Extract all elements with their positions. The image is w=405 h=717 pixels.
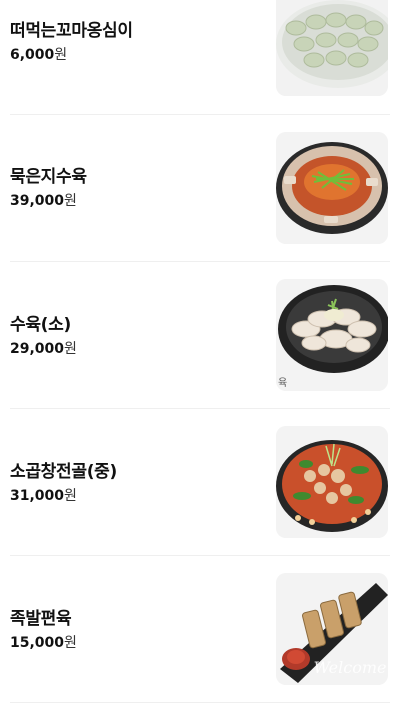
divider xyxy=(10,702,390,703)
photo-caption: 육 xyxy=(278,378,288,389)
price-value: 15,000 xyxy=(10,635,65,651)
menu-item-ongsimi[interactable]: 떠먹는꼬마옹심이 6,000원 xyxy=(10,0,390,115)
menu-item-jokbal-pyeonyuk[interactable]: 족발편육 15,000원 Welcome xyxy=(10,556,390,703)
menu-item-price: 39,000원 xyxy=(10,190,77,210)
price-value: 6,000 xyxy=(10,47,55,63)
menu-item-name: 떠먹는꼬마옹심이 xyxy=(10,21,133,41)
price-value: 31,000 xyxy=(10,488,65,504)
watermark-text: Welcome xyxy=(314,658,387,677)
menu-item-mukeunji-suyuk[interactable]: 묵은지수육 39,000원 xyxy=(10,115,390,262)
pork-trotter-slices-photo[interactable]: Welcome xyxy=(276,573,388,685)
price-unit: 원 xyxy=(64,635,77,651)
price-value: 29,000 xyxy=(10,341,65,357)
menu-item-price: 31,000원 xyxy=(10,485,77,505)
price-unit: 원 xyxy=(64,193,77,209)
price-value: 39,000 xyxy=(10,193,65,209)
beef-tripe-hotpot-photo[interactable] xyxy=(276,426,388,538)
menu-item-name: 수육(소) xyxy=(10,315,71,335)
menu-item-suyuk-small[interactable]: 수육(소) 29,000원 육 xyxy=(10,262,390,409)
menu-item-name: 소곱창전골(중) xyxy=(10,462,117,482)
menu-item-price: 6,000원 xyxy=(10,44,67,64)
price-unit: 원 xyxy=(64,488,77,504)
kimchi-pork-stew-photo[interactable] xyxy=(276,132,388,244)
menu-item-gopchang-jeongol[interactable]: 소곱창전골(중) 31,000원 xyxy=(10,409,390,556)
price-unit: 원 xyxy=(54,47,68,63)
menu-item-name: 족발편육 xyxy=(10,609,72,629)
boiled-pork-platter-photo[interactable]: 육 xyxy=(276,279,388,391)
price-unit: 원 xyxy=(64,341,77,357)
menu-item-name: 묵은지수육 xyxy=(10,167,87,187)
menu-item-price: 29,000원 xyxy=(10,338,77,358)
menu-item-price: 15,000원 xyxy=(10,632,77,652)
dumpling-dish-photo[interactable] xyxy=(276,0,388,96)
